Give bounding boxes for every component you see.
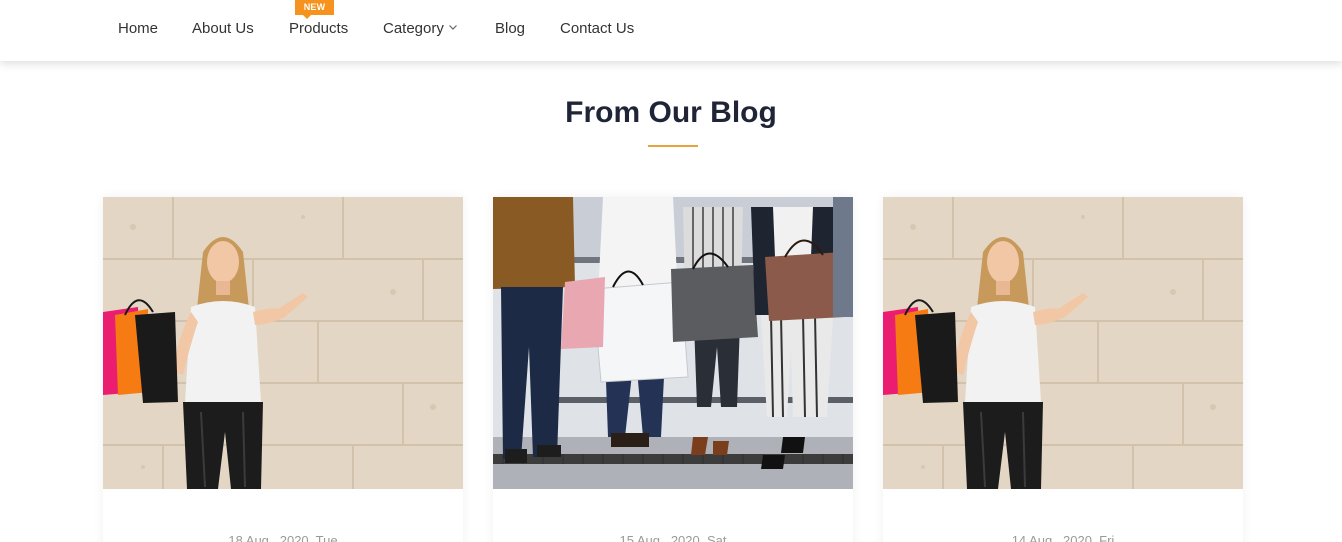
nav-blog-link[interactable]: Blog [495, 19, 525, 39]
section-title: From Our Blog [565, 96, 777, 129]
blog-card[interactable]: 15 Aug , 2020, Sat [493, 197, 853, 542]
blog-post-image[interactable] [103, 197, 463, 489]
blog-card[interactable]: 18 Aug , 2020, Tue [103, 197, 463, 542]
blog-card[interactable]: 14 Aug , 2020, Fri [883, 197, 1243, 542]
title-underline [648, 145, 698, 147]
new-badge: NEW [295, 0, 334, 19]
nav-contact-link[interactable]: Contact Us [560, 19, 634, 39]
post-date: 18 Aug , 2020, Tue [228, 533, 338, 542]
nav-about-link[interactable]: About Us [192, 19, 254, 39]
top-navigation: Home About Us NEW Products Category Blog… [0, 0, 1342, 61]
nav-products-link[interactable]: Products [289, 19, 348, 39]
blog-post-image[interactable] [493, 197, 853, 489]
nav-category-dropdown[interactable]: Category [383, 19, 458, 39]
post-date: 14 Aug , 2020, Fri [1011, 533, 1115, 542]
nav-home-link[interactable]: Home [118, 19, 158, 39]
post-date: 15 Aug , 2020, Sat [619, 533, 727, 542]
blog-post-image[interactable] [883, 197, 1243, 489]
nav-category-label: Category [383, 20, 444, 37]
main-menu: Home About Us NEW Products Category Blog… [0, 0, 1342, 61]
chevron-down-icon [448, 25, 457, 30]
